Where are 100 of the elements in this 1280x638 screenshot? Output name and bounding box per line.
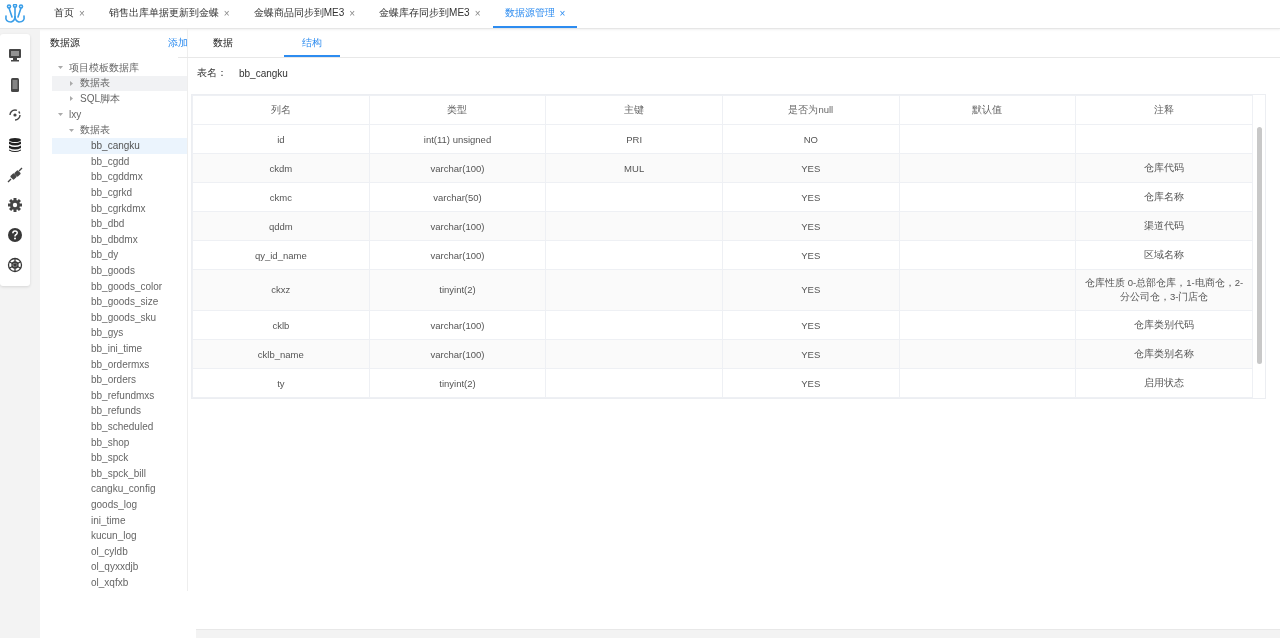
close-icon[interactable]: × <box>223 7 230 19</box>
column-header: 默认值 <box>899 95 1076 125</box>
tree-item[interactable]: bb_gys <box>52 325 187 341</box>
tree-item[interactable]: goods_log <box>52 496 187 513</box>
table-cell: tinyint(2) <box>439 377 476 389</box>
tree-item[interactable]: cangku_config <box>52 481 187 497</box>
table-cell: 渠道代码 <box>1144 219 1185 231</box>
tab[interactable]: 销售出库单据更新到金蝶 × <box>96 0 242 28</box>
close-icon[interactable]: × <box>349 7 356 19</box>
tab[interactable]: 数据 <box>195 31 251 57</box>
table-cell: 仓库类别名称 <box>1134 347 1195 359</box>
table-cell: varchar(100) <box>430 162 485 174</box>
tree-item[interactable]: bb_ordermxs <box>52 356 187 372</box>
settings-icon[interactable] <box>7 197 23 213</box>
tree-item[interactable]: bb_cangku <box>52 137 187 154</box>
table-cell: cklb <box>272 319 290 331</box>
tree-item[interactable]: bb_ini_time <box>52 340 187 357</box>
knot-icon[interactable] <box>7 257 23 273</box>
table-cell: 仓库代码 <box>1144 161 1185 173</box>
tree-item[interactable]: SQL脚本 <box>52 91 187 107</box>
tree-item[interactable]: 项目模板数据库 <box>52 60 187 76</box>
tab[interactable]: 结构 <box>284 31 340 57</box>
tree-item[interactable]: bb_cgddmx <box>52 169 187 185</box>
table-cell: cklb_name <box>257 348 304 360</box>
tree-item[interactable]: 数据表 <box>52 122 187 138</box>
tree-item[interactable]: bb_orders <box>52 371 187 388</box>
tab[interactable]: 数据源管理 × <box>492 0 578 28</box>
close-icon[interactable]: × <box>79 7 85 19</box>
tree-item[interactable]: bb_cgrkdmx <box>52 200 187 216</box>
tree-item[interactable]: lxy <box>52 106 187 123</box>
table-cell: YES <box>801 249 821 261</box>
table-cell: varchar(100) <box>430 249 485 261</box>
sidebar-title: 数据源 <box>50 36 80 50</box>
table-cell: MUL <box>624 162 645 174</box>
column-header: 类型 <box>369 95 546 125</box>
help-icon[interactable] <box>7 227 23 243</box>
tree-item[interactable]: ol_qyxxdjb <box>52 559 187 575</box>
tree-item[interactable]: bb_refunds <box>52 403 187 419</box>
column-header: 注释 <box>1075 95 1253 125</box>
tree-item[interactable]: bb_dbd <box>52 215 187 232</box>
table-cell: 仓库名称 <box>1144 190 1185 202</box>
tree-item[interactable]: kucun_log <box>52 527 187 544</box>
table-name-label: 表名： <box>197 66 227 80</box>
tab[interactable]: 首页 × <box>40 0 97 28</box>
tree-item[interactable]: bb_spck <box>52 449 187 466</box>
tree-item[interactable]: bb_cgrkd <box>52 184 187 201</box>
table-cell: YES <box>801 191 821 203</box>
tree-item[interactable]: bb_shop <box>52 434 187 450</box>
table-cell: YES <box>801 348 821 360</box>
tree-item[interactable]: bb_refundmxs <box>52 387 187 404</box>
scrollbar[interactable] <box>1257 127 1262 364</box>
table-cell: varchar(100) <box>430 319 485 331</box>
column-header: 列名 <box>192 95 370 125</box>
plug-icon[interactable] <box>7 167 23 183</box>
table-cell: PRI <box>626 133 643 145</box>
table-cell: varchar(100) <box>430 348 485 360</box>
tab[interactable]: 金蝶库存同步到ME3 × <box>367 0 493 28</box>
tree-item[interactable]: bb_dbdmx <box>52 231 187 248</box>
table-cell: ckxz <box>271 284 291 295</box>
table-cell: ty <box>277 377 285 389</box>
tree-item[interactable]: bb_spck_bill <box>52 465 187 482</box>
close-icon[interactable]: × <box>559 7 566 19</box>
table-cell: YES <box>801 284 821 295</box>
tree-item[interactable]: 数据表 <box>52 75 187 92</box>
table-cell: YES <box>801 162 821 174</box>
table-cell: 仓库类别代码 <box>1134 318 1195 330</box>
tree-item[interactable]: bb_goods_color <box>52 278 187 294</box>
table-cell: NO <box>803 133 818 145</box>
database-icon[interactable] <box>7 137 23 153</box>
table-cell: 区域名称 <box>1144 248 1185 260</box>
tree-item[interactable]: bb_goods <box>52 262 187 279</box>
tab[interactable]: 金蝶商品同步到ME3 × <box>241 0 368 28</box>
column-header: 是否为null <box>722 95 900 125</box>
tree-item[interactable]: bb_goods_sku <box>52 309 187 326</box>
table-cell: 仓库性质 0-总部仓库，1-电商仓，2-分公司仓，3-门店仓 <box>1085 277 1244 302</box>
table-cell: tinyint(2) <box>439 284 476 295</box>
table-cell: YES <box>801 319 821 331</box>
table-cell: ckmc <box>269 191 292 203</box>
table-cell: varchar(100) <box>430 220 485 232</box>
table-cell: varchar(50) <box>433 191 482 203</box>
table-cell: YES <box>801 220 821 232</box>
table-cell: qy_id_name <box>254 249 307 261</box>
close-icon[interactable]: × <box>474 7 481 19</box>
tree-item[interactable]: ol_xqfxb <box>52 574 187 591</box>
table-cell: id <box>277 133 285 145</box>
tree-item[interactable]: bb_cgdd <box>52 153 187 170</box>
column-header: 主键 <box>545 95 723 125</box>
monitor-icon[interactable] <box>7 47 23 63</box>
tree-item[interactable]: bb_scheduled <box>52 418 187 435</box>
logo-icon <box>4 4 26 24</box>
cycle-icon[interactable] <box>7 107 23 123</box>
tree-item[interactable]: bb_dy <box>52 247 187 263</box>
table-name-value: bb_cangku <box>239 67 288 79</box>
tree-item[interactable]: ol_cyldb <box>52 543 187 559</box>
add-link[interactable]: 添加 <box>168 36 188 50</box>
table-cell: 启用状态 <box>1144 376 1185 388</box>
table-cell: YES <box>801 377 821 389</box>
tree-item[interactable]: bb_goods_size <box>52 293 187 310</box>
tree-item[interactable]: ini_time <box>52 512 187 528</box>
table-cell: qddm <box>268 220 293 232</box>
